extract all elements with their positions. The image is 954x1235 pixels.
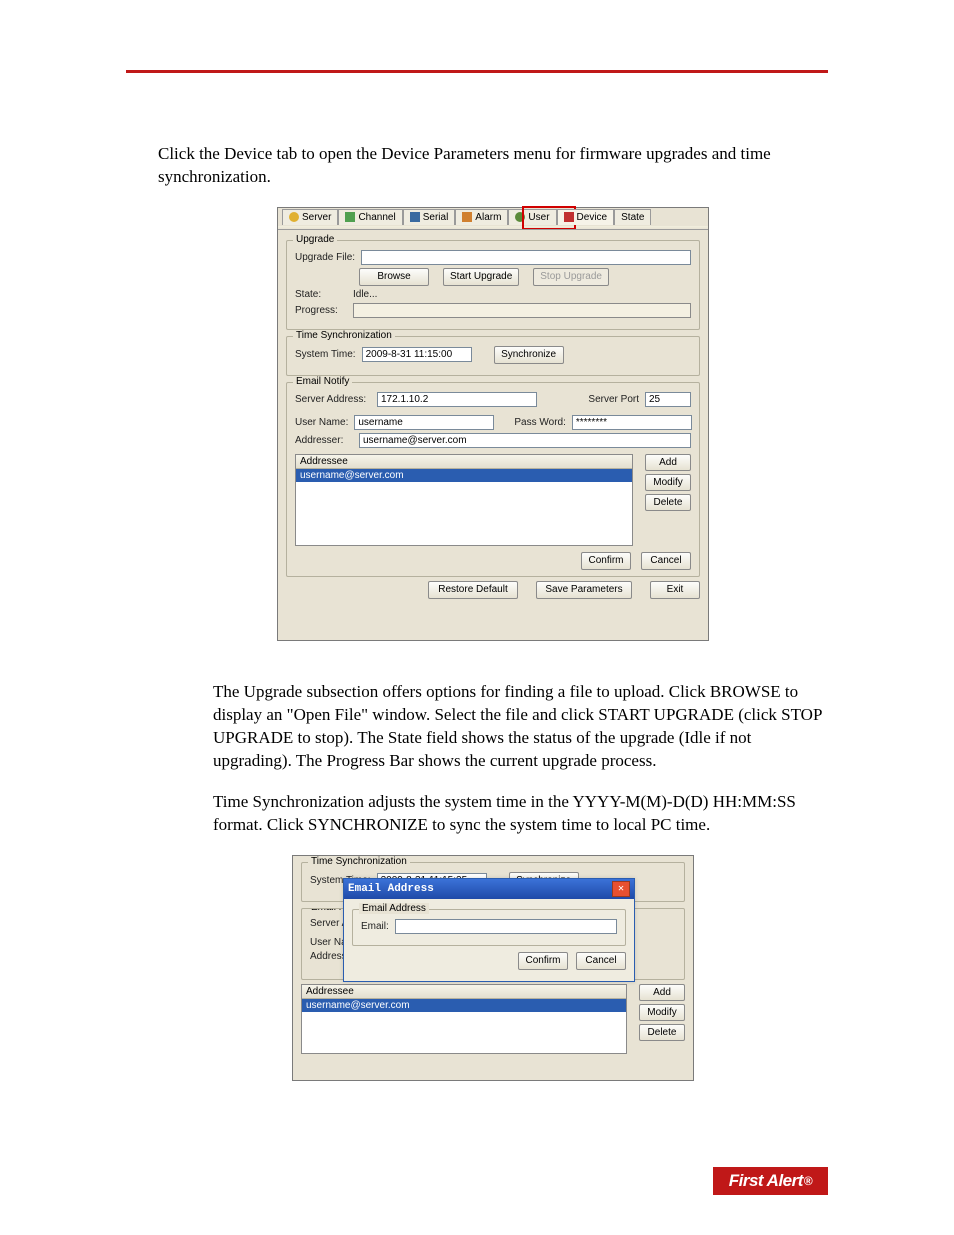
- email-dialog-screenshot: Time Synchronization System Time: Synchr…: [292, 855, 694, 1081]
- dialog-email-input[interactable]: [395, 919, 617, 934]
- state-label: State:: [295, 289, 347, 300]
- username-input[interactable]: [354, 415, 494, 430]
- paragraph-upgrade: The Upgrade subsection offers options fo…: [213, 681, 828, 773]
- upgrade-file-label: Upgrade File:: [295, 252, 355, 263]
- dialog-email-group: Email Address Email:: [352, 909, 626, 946]
- addressee-list-item-2[interactable]: username@server.com: [302, 999, 626, 1012]
- upgrade-group-title: Upgrade: [293, 234, 337, 245]
- server-address-input[interactable]: [377, 392, 537, 407]
- cancel-button[interactable]: Cancel: [641, 552, 691, 570]
- addressee-list-header-2: Addressee: [302, 985, 626, 999]
- system-time-input[interactable]: [362, 347, 472, 362]
- channel-icon: [345, 212, 355, 222]
- email-address-dialog: Email Address ✕ Email Address Email: Con…: [343, 878, 635, 982]
- alarm-icon: [462, 212, 472, 222]
- tab-channel[interactable]: Channel: [338, 209, 402, 225]
- tab-server[interactable]: Server: [282, 209, 338, 225]
- addressee-list-header: Addressee: [296, 455, 632, 469]
- server-port-label: Server Port: [588, 394, 639, 405]
- tab-alarm[interactable]: Alarm: [455, 209, 508, 225]
- confirm-button[interactable]: Confirm: [581, 552, 631, 570]
- addressee-listbox-2[interactable]: Addressee username@server.com: [301, 984, 627, 1054]
- timesync-group-title: Time Synchronization: [293, 330, 395, 341]
- upgrade-group: Upgrade Upgrade File: Browse Start Upgra…: [286, 240, 700, 330]
- paragraph-timesync: Time Synchronization adjusts the system …: [213, 791, 828, 837]
- modify-button-2[interactable]: Modify: [639, 1004, 685, 1021]
- dialog-cancel-button[interactable]: Cancel: [576, 952, 626, 970]
- email-notify-group: Email Notify Server Address: Server Port…: [286, 382, 700, 577]
- dialog-confirm-button[interactable]: Confirm: [518, 952, 568, 970]
- device-parameters-screenshot: Server Channel Serial Alarm User Device …: [277, 207, 709, 641]
- header-rule: [126, 70, 828, 73]
- save-parameters-button[interactable]: Save Parameters: [536, 581, 632, 599]
- username-label: User Name:: [295, 417, 348, 428]
- tab-serial[interactable]: Serial: [403, 209, 456, 225]
- add-button-2[interactable]: Add: [639, 984, 685, 1001]
- tab-user[interactable]: User: [508, 209, 556, 225]
- add-button[interactable]: Add: [645, 454, 691, 471]
- password-label: Pass Word:: [514, 417, 566, 428]
- paragraph-intro: Click the Device tab to open the Device …: [158, 143, 828, 189]
- first-alert-logo: First Alert®: [713, 1167, 828, 1195]
- tab-device[interactable]: Device: [557, 209, 615, 225]
- progress-label: Progress:: [295, 305, 347, 316]
- dialog-email-label: Email:: [361, 921, 389, 932]
- timesync-group: Time Synchronization System Time: Synchr…: [286, 336, 700, 376]
- email-notify-group-title: Email Notify: [293, 376, 352, 387]
- system-time-label: System Time:: [295, 349, 356, 360]
- state-value: Idle...: [353, 289, 377, 300]
- serial-icon: [410, 212, 420, 222]
- upgrade-file-input[interactable]: [361, 250, 691, 265]
- server-port-input[interactable]: [645, 392, 691, 407]
- synchronize-button[interactable]: Synchronize: [494, 346, 564, 364]
- password-input[interactable]: [572, 415, 692, 430]
- addresser-label: Addresser:: [295, 435, 353, 446]
- exit-button[interactable]: Exit: [650, 581, 700, 599]
- addresser-input[interactable]: [359, 433, 691, 448]
- close-icon[interactable]: ✕: [612, 881, 630, 897]
- addressee-listbox[interactable]: Addressee username@server.com: [295, 454, 633, 546]
- restore-default-button[interactable]: Restore Default: [428, 581, 518, 599]
- start-upgrade-button[interactable]: Start Upgrade: [443, 268, 519, 286]
- device-icon: [564, 212, 574, 222]
- tab-state[interactable]: State: [614, 209, 651, 225]
- progress-bar: [353, 303, 691, 318]
- dialog-title: Email Address: [348, 883, 434, 895]
- delete-button[interactable]: Delete: [645, 494, 691, 511]
- modify-button[interactable]: Modify: [645, 474, 691, 491]
- delete-button-2[interactable]: Delete: [639, 1024, 685, 1041]
- server-address-label: Server Address:: [295, 394, 371, 405]
- browse-button[interactable]: Browse: [359, 268, 429, 286]
- user-icon: [515, 212, 525, 222]
- globe-icon: [289, 212, 299, 222]
- tab-bar: Server Channel Serial Alarm User Device …: [278, 208, 708, 226]
- stop-upgrade-button[interactable]: Stop Upgrade: [533, 268, 609, 286]
- dialog-email-group-title: Email Address: [359, 903, 429, 914]
- addressee-list-item[interactable]: username@server.com: [296, 469, 632, 482]
- timesync-group-title-2: Time Synchronization: [308, 856, 410, 867]
